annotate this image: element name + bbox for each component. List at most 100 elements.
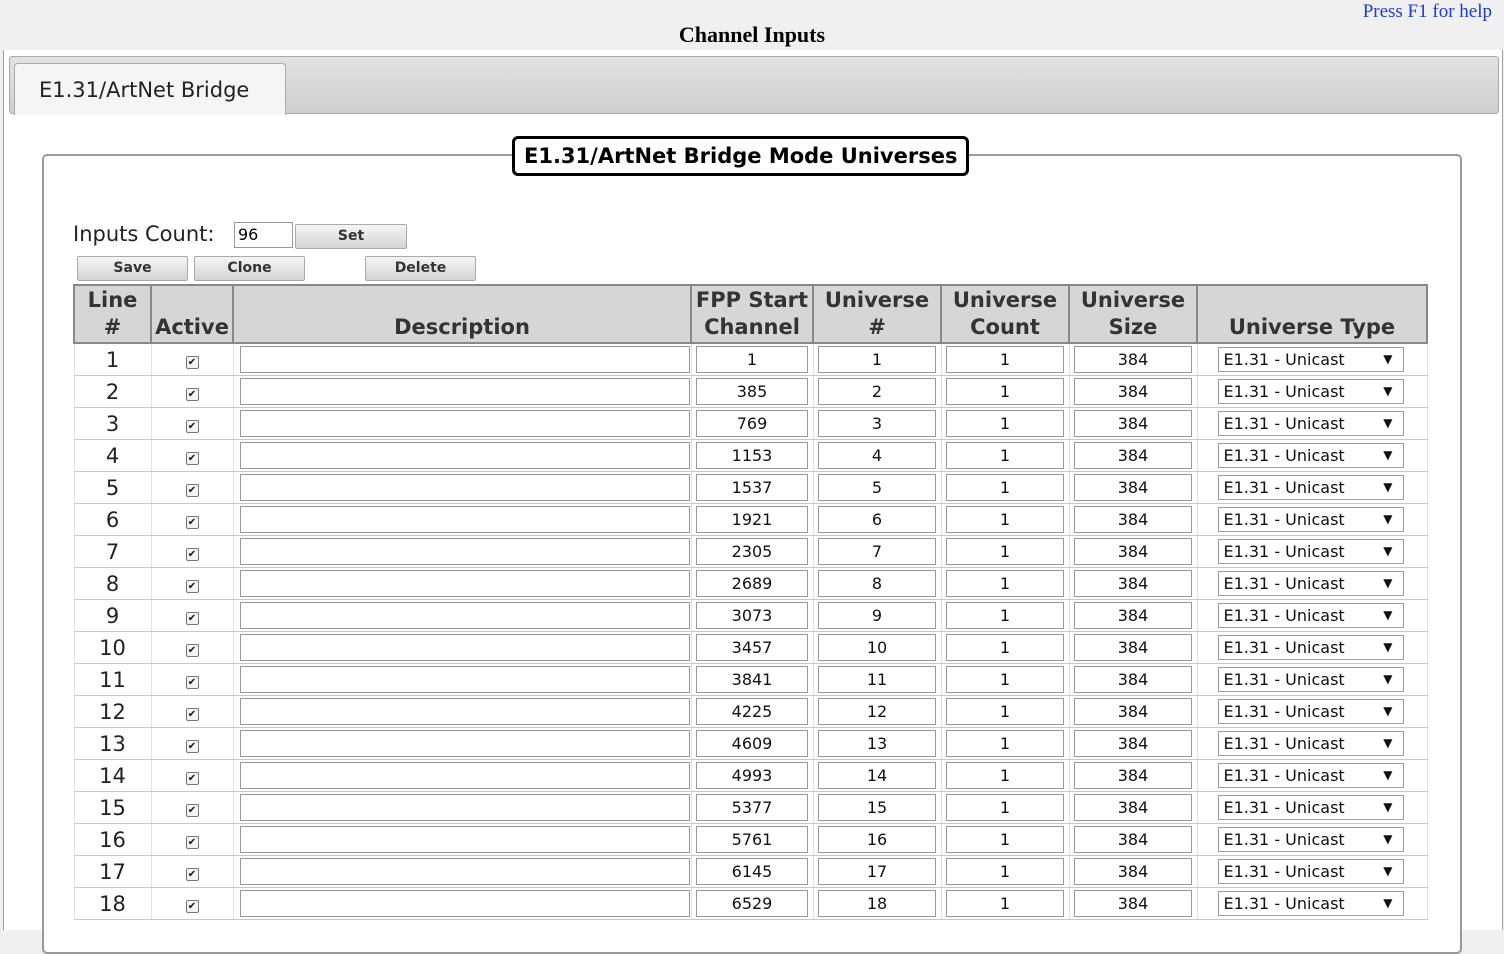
universe-size-input[interactable]: 384 (1074, 442, 1192, 469)
universe-input[interactable]: 5 (818, 474, 936, 501)
universe-count-input[interactable]: 1 (946, 730, 1064, 757)
universe-input[interactable]: 15 (818, 794, 936, 821)
save-button[interactable]: Save (77, 256, 188, 281)
description-input[interactable] (239, 602, 690, 629)
start-channel-input[interactable]: 5761 (696, 826, 808, 853)
universe-size-input[interactable]: 384 (1074, 538, 1192, 565)
universe-type-select[interactable]: E1.31 - Unicast ▼ (1217, 859, 1404, 884)
start-channel-input[interactable]: 4609 (696, 730, 808, 757)
description-input[interactable] (239, 762, 690, 789)
active-checkbox[interactable]: ✔ (185, 612, 199, 625)
universe-size-input[interactable]: 384 (1074, 410, 1192, 437)
active-checkbox[interactable]: ✔ (185, 900, 199, 913)
universe-type-select[interactable]: E1.31 - Unicast ▼ (1217, 827, 1404, 852)
universe-count-input[interactable]: 1 (946, 378, 1064, 405)
description-input[interactable] (239, 858, 690, 885)
start-channel-input[interactable]: 4225 (696, 698, 808, 725)
active-checkbox[interactable]: ✔ (185, 740, 199, 753)
universe-count-input[interactable]: 1 (946, 634, 1064, 661)
universe-count-input[interactable]: 1 (946, 698, 1064, 725)
universe-size-input[interactable]: 384 (1074, 794, 1192, 821)
universe-input[interactable]: 9 (818, 602, 936, 629)
start-channel-input[interactable]: 385 (696, 378, 808, 405)
delete-button[interactable]: Delete (365, 256, 476, 281)
start-channel-input[interactable]: 3841 (696, 666, 808, 693)
universe-input[interactable]: 2 (818, 378, 936, 405)
universe-input[interactable]: 6 (818, 506, 936, 533)
universe-size-input[interactable]: 384 (1074, 890, 1192, 917)
universe-count-input[interactable]: 1 (946, 762, 1064, 789)
start-channel-input[interactable]: 1153 (696, 442, 808, 469)
universe-size-input[interactable]: 384 (1074, 474, 1192, 501)
universe-input[interactable]: 16 (818, 826, 936, 853)
description-input[interactable] (239, 730, 690, 757)
universe-size-input[interactable]: 384 (1074, 858, 1192, 885)
universe-size-input[interactable]: 384 (1074, 346, 1192, 373)
universe-type-select[interactable]: E1.31 - Unicast ▼ (1217, 507, 1404, 532)
universe-input[interactable]: 3 (818, 410, 936, 437)
description-input[interactable] (239, 570, 690, 597)
universe-size-input[interactable]: 384 (1074, 602, 1192, 629)
universe-count-input[interactable]: 1 (946, 474, 1064, 501)
description-input[interactable] (239, 666, 690, 693)
universe-size-input[interactable]: 384 (1074, 570, 1192, 597)
universe-input[interactable]: 7 (818, 538, 936, 565)
active-checkbox[interactable]: ✔ (185, 708, 199, 721)
universe-count-input[interactable]: 1 (946, 538, 1064, 565)
universe-count-input[interactable]: 1 (946, 826, 1064, 853)
universe-count-input[interactable]: 1 (946, 666, 1064, 693)
universe-size-input[interactable]: 384 (1074, 730, 1192, 757)
start-channel-input[interactable]: 6145 (696, 858, 808, 885)
universe-count-input[interactable]: 1 (946, 890, 1064, 917)
active-checkbox[interactable]: ✔ (185, 580, 199, 593)
universe-type-select[interactable]: E1.31 - Unicast ▼ (1217, 795, 1404, 820)
universe-type-select[interactable]: E1.31 - Unicast ▼ (1217, 379, 1404, 404)
universe-count-input[interactable]: 1 (946, 442, 1064, 469)
active-checkbox[interactable]: ✔ (185, 420, 199, 433)
description-input[interactable] (239, 698, 690, 725)
universe-count-input[interactable]: 1 (946, 794, 1064, 821)
active-checkbox[interactable]: ✔ (185, 388, 199, 401)
universe-input[interactable]: 10 (818, 634, 936, 661)
universe-size-input[interactable]: 384 (1074, 762, 1192, 789)
active-checkbox[interactable]: ✔ (185, 644, 199, 657)
universe-type-select[interactable]: E1.31 - Unicast ▼ (1217, 347, 1404, 372)
start-channel-input[interactable]: 1 (696, 346, 808, 373)
set-button[interactable]: Set (295, 224, 407, 249)
universe-count-input[interactable]: 1 (946, 602, 1064, 629)
help-link[interactable]: Press F1 for help (1363, 1, 1492, 23)
universe-type-select[interactable]: E1.31 - Unicast ▼ (1217, 667, 1404, 692)
universe-type-select[interactable]: E1.31 - Unicast ▼ (1217, 571, 1404, 596)
universe-count-input[interactable]: 1 (946, 506, 1064, 533)
universe-input[interactable]: 1 (818, 346, 936, 373)
start-channel-input[interactable]: 2689 (696, 570, 808, 597)
universe-count-input[interactable]: 1 (946, 570, 1064, 597)
universe-input[interactable]: 11 (818, 666, 936, 693)
description-input[interactable] (239, 538, 690, 565)
description-input[interactable] (239, 506, 690, 533)
universe-size-input[interactable]: 384 (1074, 634, 1192, 661)
start-channel-input[interactable]: 5377 (696, 794, 808, 821)
universe-input[interactable]: 14 (818, 762, 936, 789)
universe-type-select[interactable]: E1.31 - Unicast ▼ (1217, 891, 1404, 916)
description-input[interactable] (239, 474, 690, 501)
start-channel-input[interactable]: 769 (696, 410, 808, 437)
description-input[interactable] (239, 890, 690, 917)
universe-input[interactable]: 13 (818, 730, 936, 757)
universe-count-input[interactable]: 1 (946, 858, 1064, 885)
universe-type-select[interactable]: E1.31 - Unicast ▼ (1217, 731, 1404, 756)
tab-e131-artnet-bridge[interactable]: E1.31/ArtNet Bridge (14, 63, 286, 115)
universe-type-select[interactable]: E1.31 - Unicast ▼ (1217, 475, 1404, 500)
description-input[interactable] (239, 346, 690, 373)
universe-input[interactable]: 18 (818, 890, 936, 917)
start-channel-input[interactable]: 2305 (696, 538, 808, 565)
description-input[interactable] (239, 826, 690, 853)
start-channel-input[interactable]: 1921 (696, 506, 808, 533)
inputs-count-input[interactable]: 96 (234, 222, 293, 248)
universe-input[interactable]: 12 (818, 698, 936, 725)
active-checkbox[interactable]: ✔ (185, 516, 199, 529)
universe-input[interactable]: 17 (818, 858, 936, 885)
universe-type-select[interactable]: E1.31 - Unicast ▼ (1217, 699, 1404, 724)
universe-type-select[interactable]: E1.31 - Unicast ▼ (1217, 539, 1404, 564)
description-input[interactable] (239, 634, 690, 661)
